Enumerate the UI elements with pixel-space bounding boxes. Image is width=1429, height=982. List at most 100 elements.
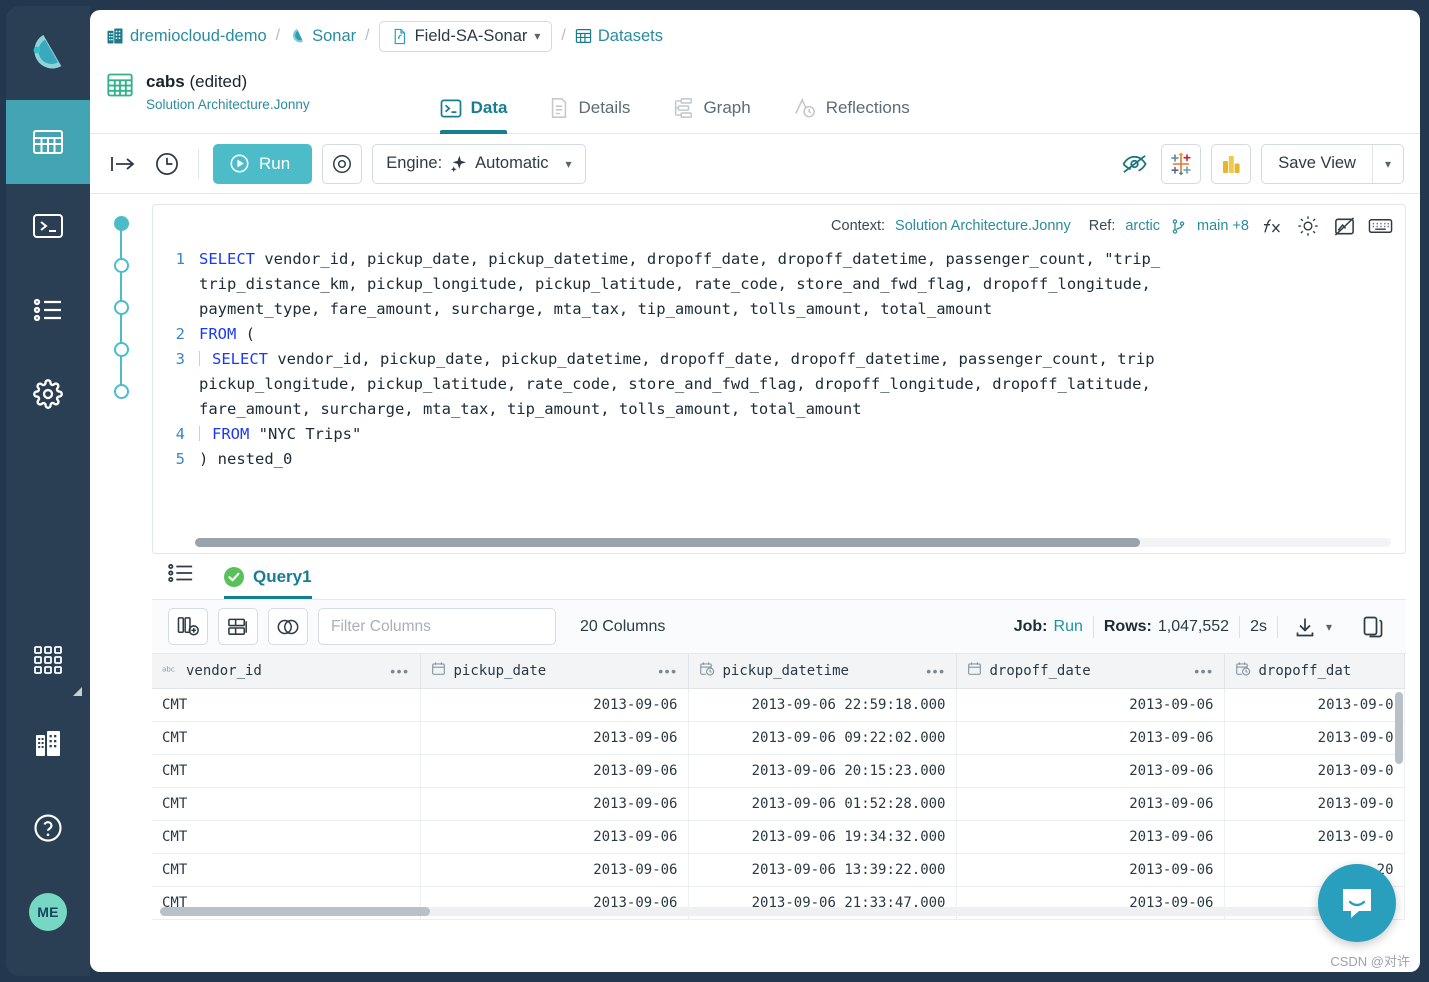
editor-hscrollbar-thumb[interactable]: [195, 538, 1140, 547]
chevron-down-icon[interactable]: ▾: [1373, 157, 1403, 171]
chevron-down-icon[interactable]: ▾: [566, 157, 572, 171]
job-link[interactable]: Run: [1054, 618, 1083, 636]
rail-dot[interactable]: [114, 258, 129, 273]
table-vscrollbar-thumb[interactable]: [1395, 692, 1403, 764]
add-column-button[interactable]: [168, 608, 208, 645]
grid-icon: [575, 28, 592, 44]
preview-button[interactable]: [322, 144, 362, 184]
run-button[interactable]: Run: [213, 144, 312, 184]
breadcrumb: dremiocloud-demo / Sonar / Field-SA-Sona…: [90, 10, 1420, 62]
keyboard-icon[interactable]: [1367, 213, 1393, 239]
table-cell: 2013-09-06: [956, 787, 1224, 820]
breadcrumb-separator: /: [274, 27, 282, 45]
editor-hscrollbar-track[interactable]: [195, 538, 1391, 547]
tableau-button[interactable]: [1161, 144, 1201, 184]
save-view-button[interactable]: Save View ▾: [1261, 144, 1404, 184]
ref-value[interactable]: arctic: [1125, 218, 1160, 234]
branch-value[interactable]: main +8: [1197, 218, 1249, 234]
column-menu-icon[interactable]: •••: [926, 663, 945, 679]
tab-details[interactable]: Details: [549, 62, 630, 134]
breadcrumb-separator-3: /: [559, 27, 567, 45]
resize-corner-icon[interactable]: [73, 687, 82, 696]
table-hscrollbar-thumb[interactable]: [160, 907, 430, 916]
tab-graph[interactable]: Graph: [672, 62, 750, 134]
powerbi-button[interactable]: [1211, 144, 1251, 184]
rail-dot[interactable]: [114, 300, 129, 315]
sql-line: 2FROM (: [153, 322, 1405, 347]
sidebar-item-sql-runner[interactable]: [6, 184, 90, 268]
tab-query1[interactable]: Query1: [224, 567, 312, 599]
avatar-initials: ME: [29, 893, 67, 931]
tab-reflections[interactable]: Reflections: [793, 62, 910, 134]
table-row[interactable]: CMT2013-09-062013-09-06 19:34:32.0002013…: [152, 820, 1404, 853]
function-fx-icon[interactable]: [1259, 213, 1285, 239]
breadcrumb-project-select[interactable]: Field-SA-Sonar ▾: [379, 21, 553, 52]
table-row[interactable]: CMT2013-09-062013-09-06 13:39:22.0002013…: [152, 853, 1404, 886]
rail-dot-active[interactable]: [114, 216, 129, 231]
chat-bubble-button[interactable]: [1318, 864, 1396, 942]
no-preview-icon[interactable]: [1331, 213, 1357, 239]
avatar[interactable]: ME: [6, 870, 90, 954]
table-column-header[interactable]: dropoff_dat: [1224, 654, 1404, 688]
sql-text: payment_type, fare_amount, surcharge, mt…: [199, 300, 992, 318]
brightness-icon[interactable]: [1295, 213, 1321, 239]
play-icon: [229, 153, 250, 174]
dataset-path[interactable]: Solution Architecture.Jonny: [146, 97, 310, 112]
watermark: CSDN @对许: [1330, 951, 1410, 970]
engine-select[interactable]: Engine: Automatic ▾: [372, 144, 585, 184]
table-row[interactable]: CMT2013-09-062013-09-06 09:22:02.0002013…: [152, 721, 1404, 754]
expand-right-icon[interactable]: [106, 147, 140, 181]
graph-icon: [672, 97, 694, 119]
column-menu-icon[interactable]: •••: [658, 663, 677, 679]
table-column-header[interactable]: pickup_datetime•••: [688, 654, 956, 688]
rail-dot[interactable]: [114, 384, 129, 399]
table-column-header[interactable]: pickup_date•••: [420, 654, 688, 688]
table-row[interactable]: CMT2013-09-062013-09-06 22:59:18.0002013…: [152, 688, 1404, 721]
check-circle-icon: [224, 567, 244, 587]
sidebar-item-datasets[interactable]: [6, 100, 90, 184]
breadcrumb-item-datasets[interactable]: Datasets: [575, 27, 663, 46]
sidebar-item-organization[interactable]: [6, 702, 90, 786]
table-row[interactable]: CMT2013-09-062013-09-06 20:15:23.0002013…: [152, 754, 1404, 787]
filter-columns-input[interactable]: [318, 608, 556, 645]
chevron-down-icon[interactable]: ▾: [534, 29, 540, 43]
breadcrumb-project-label: Field-SA-Sonar: [415, 27, 528, 46]
sidebar-item-apps[interactable]: [6, 618, 90, 702]
column-menu-icon[interactable]: •••: [390, 663, 409, 679]
sidebar-item-settings[interactable]: [6, 352, 90, 436]
sql-keyword: SELECT: [212, 350, 268, 368]
context-value[interactable]: Solution Architecture.Jonny: [895, 218, 1071, 234]
table-column-header[interactable]: dropoff_date•••: [956, 654, 1224, 688]
chevron-down-icon[interactable]: ▾: [1326, 620, 1332, 634]
tableau-icon: [1169, 152, 1193, 176]
table-cell: CMT: [152, 688, 420, 721]
tab-data[interactable]: Data: [440, 62, 508, 134]
sidebar-item-help[interactable]: [6, 786, 90, 870]
table-column-header[interactable]: abcvendor_id•••: [152, 654, 420, 688]
transform-button[interactable]: [218, 608, 258, 645]
dremio-logo-icon[interactable]: [6, 6, 90, 100]
table-cell: CMT: [152, 787, 420, 820]
breadcrumb-item-sonar[interactable]: Sonar: [289, 27, 356, 46]
join-button[interactable]: [268, 608, 308, 645]
sql-code[interactable]: 1SELECT vendor_id, pickup_date, pickup_d…: [153, 247, 1405, 509]
branch-icon: [1170, 218, 1187, 235]
eye-off-icon[interactable]: [1117, 147, 1151, 181]
clock-icon[interactable]: [150, 147, 184, 181]
copy-icon[interactable]: [1356, 610, 1390, 644]
table-hscrollbar-track[interactable]: [160, 907, 1388, 916]
column-menu-icon[interactable]: •••: [1194, 663, 1213, 679]
table-row[interactable]: CMT2013-09-062013-09-06 01:52:28.0002013…: [152, 787, 1404, 820]
save-view-label: Save View: [1262, 154, 1372, 173]
rail-dot[interactable]: [114, 342, 129, 357]
list-icon[interactable]: [168, 563, 194, 599]
table-cell: 2013-09-06: [956, 820, 1224, 853]
project-icon: [391, 28, 408, 45]
sql-editor[interactable]: Context: Solution Architecture.Jonny Ref…: [152, 204, 1406, 554]
sidebar-item-jobs[interactable]: [6, 268, 90, 352]
download-icon[interactable]: [1288, 610, 1322, 644]
breadcrumb-label-org: dremiocloud-demo: [130, 27, 267, 46]
column-name: vendor_id: [186, 663, 262, 679]
table-cell: 2013-09-0: [1224, 820, 1404, 853]
breadcrumb-item-org[interactable]: dremiocloud-demo: [106, 27, 267, 46]
